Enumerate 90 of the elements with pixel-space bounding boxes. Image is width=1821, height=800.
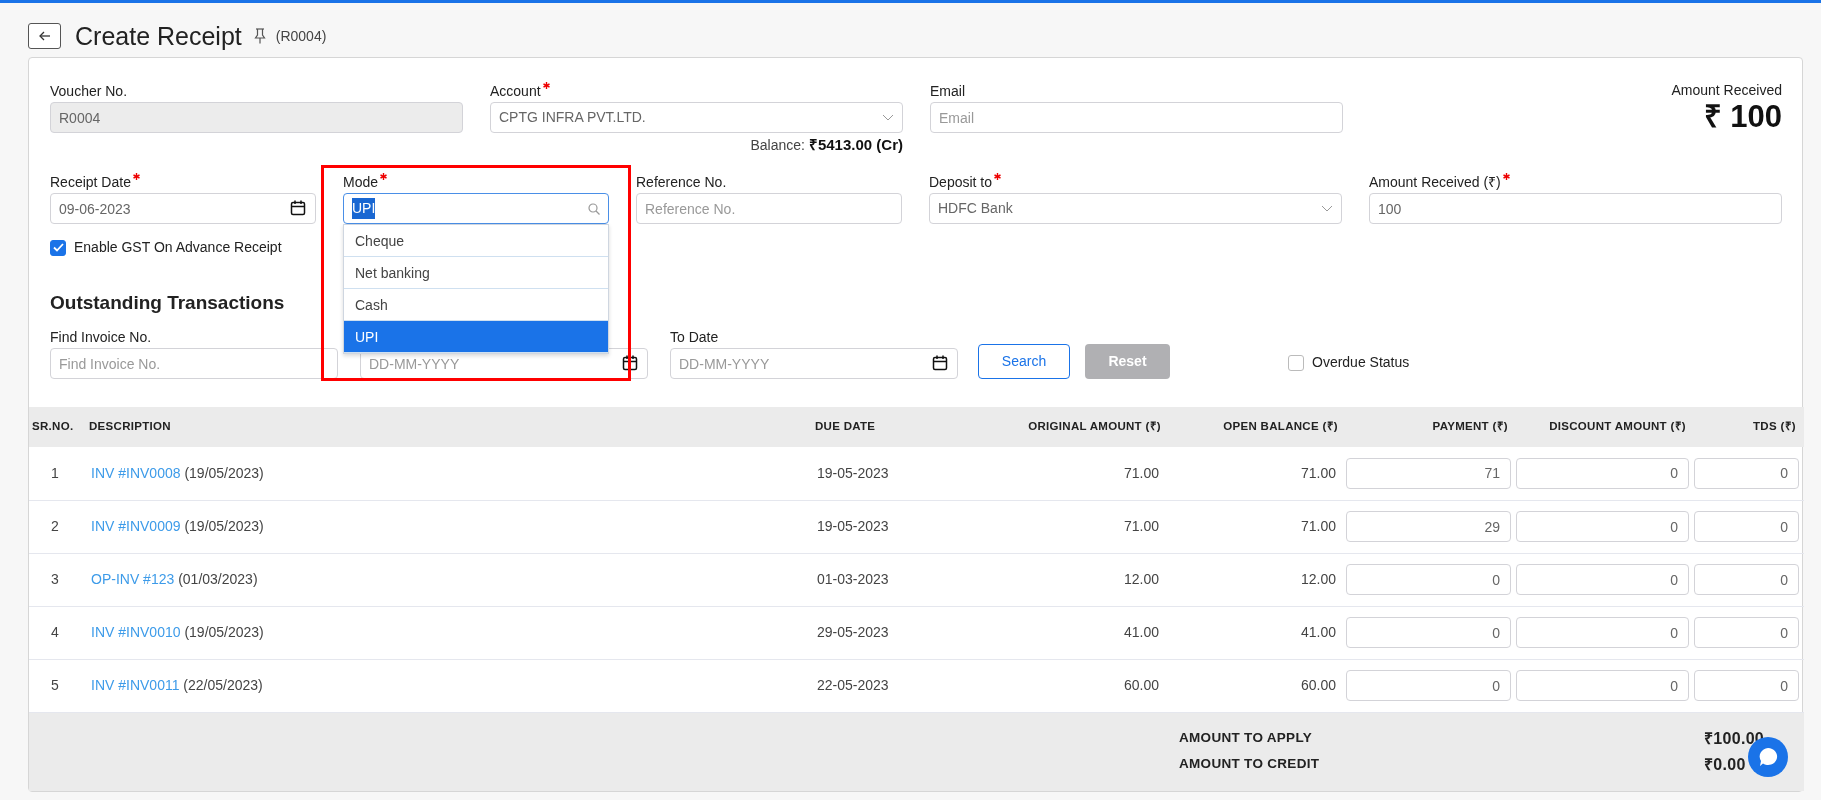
payment-field[interactable]: 0 bbox=[1346, 564, 1511, 595]
discount-field[interactable]: 0 bbox=[1516, 617, 1689, 648]
invoice-date: (19/05/2023) bbox=[184, 624, 264, 640]
field-label: Account bbox=[490, 82, 541, 101]
discount-field[interactable]: 0 bbox=[1516, 457, 1689, 489]
column-header: TDS (₹) bbox=[1694, 407, 1804, 447]
chevron-down-icon bbox=[1321, 204, 1333, 213]
invoice-search-field[interactable]: Find Invoice No. bbox=[50, 348, 338, 379]
calendar-icon bbox=[932, 355, 948, 371]
table-cell: 12.00 bbox=[1001, 553, 1169, 606]
payment-field[interactable]: 0 bbox=[1346, 617, 1511, 648]
table-cell: 2 bbox=[29, 500, 81, 553]
checkbox-label: Enable GST On Advance Receipt bbox=[74, 238, 282, 257]
field-label: To Date bbox=[670, 328, 719, 347]
table-cell: 22-05-2023 bbox=[807, 659, 1001, 712]
invoice-date: (19/05/2023) bbox=[184, 518, 264, 534]
invoice-date: (01/03/2023) bbox=[178, 571, 258, 587]
checkbox[interactable] bbox=[1288, 354, 1304, 371]
tds-field[interactable]: 0 bbox=[1694, 617, 1799, 648]
balance-value: ₹5413.00 (Cr) bbox=[808, 135, 903, 155]
discount-field[interactable]: 0 bbox=[1516, 511, 1689, 542]
tds-field[interactable]: 0 bbox=[1694, 564, 1799, 595]
column-header: ORIGINAL AMOUNT (₹) bbox=[1001, 407, 1169, 447]
table-cell: 19-05-2023 bbox=[807, 500, 1001, 553]
back-arrow-icon bbox=[38, 31, 51, 41]
tds-field[interactable]: 0 bbox=[1694, 670, 1799, 701]
field-label: Amount Received (₹) bbox=[1369, 173, 1501, 192]
search-button[interactable]: Search bbox=[978, 344, 1070, 379]
back-button[interactable] bbox=[28, 23, 61, 49]
speech-bubble-icon bbox=[1757, 746, 1779, 768]
invoice-date: (22/05/2023) bbox=[183, 677, 263, 693]
table-cell: 1 bbox=[29, 447, 81, 500]
calendar-icon bbox=[290, 200, 306, 216]
deposit-select[interactable]: HDFC Bank bbox=[929, 193, 1342, 224]
calendar-icon bbox=[622, 355, 638, 371]
checkbox-label: Overdue Status bbox=[1312, 353, 1410, 372]
search-icon bbox=[588, 202, 600, 215]
voucher-field: R0004 bbox=[50, 102, 463, 133]
table-cell: 71.00 bbox=[1001, 447, 1169, 500]
column-header: DISCOUNT AMOUNT (₹) bbox=[1516, 407, 1694, 447]
reference-field[interactable]: Reference No. bbox=[636, 193, 902, 224]
field-label: Reference No. bbox=[636, 173, 727, 192]
field-label: Find Invoice No. bbox=[50, 328, 152, 347]
table-cell: 19-05-2023 bbox=[807, 447, 1001, 500]
payment-field[interactable]: 71 bbox=[1346, 457, 1511, 489]
dropdown-option[interactable]: Net banking bbox=[344, 257, 608, 289]
column-header: SR.NO. bbox=[29, 407, 81, 447]
tds-field[interactable]: 0 bbox=[1694, 457, 1799, 489]
account-select[interactable]: CPTG INFRA PVT.LTD. bbox=[490, 102, 903, 133]
page-title: Create Receipt bbox=[75, 21, 242, 51]
field-label: Voucher No. bbox=[50, 82, 128, 101]
to-date-field[interactable]: DD-MM-YYYY bbox=[670, 348, 958, 379]
summary-label: Amount Received bbox=[1670, 81, 1782, 100]
amount-field[interactable]: 100 bbox=[1369, 193, 1782, 224]
table-cell: 5 bbox=[29, 659, 81, 712]
table-cell: 3 bbox=[29, 553, 81, 606]
field-label: Mode bbox=[343, 173, 379, 192]
balance-label: Balance: bbox=[750, 136, 805, 155]
field-label: Email bbox=[930, 82, 965, 101]
table-cell: 71.00 bbox=[1001, 500, 1169, 553]
invoice-date: (19/05/2023) bbox=[184, 464, 264, 481]
dropdown-option[interactable]: UPI bbox=[344, 321, 608, 353]
payment-field[interactable]: 29 bbox=[1346, 511, 1511, 542]
table-cell: 60.00 bbox=[1001, 659, 1169, 712]
total-label: AMOUNT TO APPLY bbox=[1169, 712, 1694, 751]
discount-field[interactable]: 0 bbox=[1516, 670, 1689, 701]
column-header: DESCRIPTION bbox=[81, 407, 807, 447]
pin-icon[interactable] bbox=[253, 28, 266, 44]
table-cell: 01-03-2023 bbox=[807, 553, 1001, 606]
section-title: Outstanding Transactions bbox=[50, 291, 285, 315]
mode-field[interactable]: UPI bbox=[343, 193, 609, 224]
column-header: DUE DATE bbox=[807, 407, 1001, 447]
dropdown-option[interactable]: Cheque bbox=[344, 225, 608, 257]
payment-field[interactable]: 0 bbox=[1346, 670, 1511, 701]
summary-amount: ₹ 100 bbox=[1702, 100, 1782, 134]
receipt-code: (R0004) bbox=[275, 26, 327, 46]
chevron-down-icon bbox=[882, 113, 894, 122]
field-label: Receipt Date bbox=[50, 173, 131, 192]
discount-field[interactable]: 0 bbox=[1516, 564, 1689, 595]
table-cell: 41.00 bbox=[1001, 606, 1169, 659]
table-cell: 4 bbox=[29, 606, 81, 659]
field-label: Deposit to bbox=[929, 173, 993, 192]
tds-field[interactable]: 0 bbox=[1694, 511, 1799, 542]
table-cell: 29-05-2023 bbox=[807, 606, 1001, 659]
checkbox[interactable] bbox=[50, 239, 66, 256]
total-label: AMOUNT TO CREDIT bbox=[1169, 750, 1694, 791]
column-header: PAYMENT (₹) bbox=[1346, 407, 1516, 447]
date-field[interactable]: 09-06-2023 bbox=[50, 193, 316, 224]
email-field[interactable]: Email bbox=[930, 102, 1343, 133]
column-header: OPEN BALANCE (₹) bbox=[1169, 407, 1346, 447]
